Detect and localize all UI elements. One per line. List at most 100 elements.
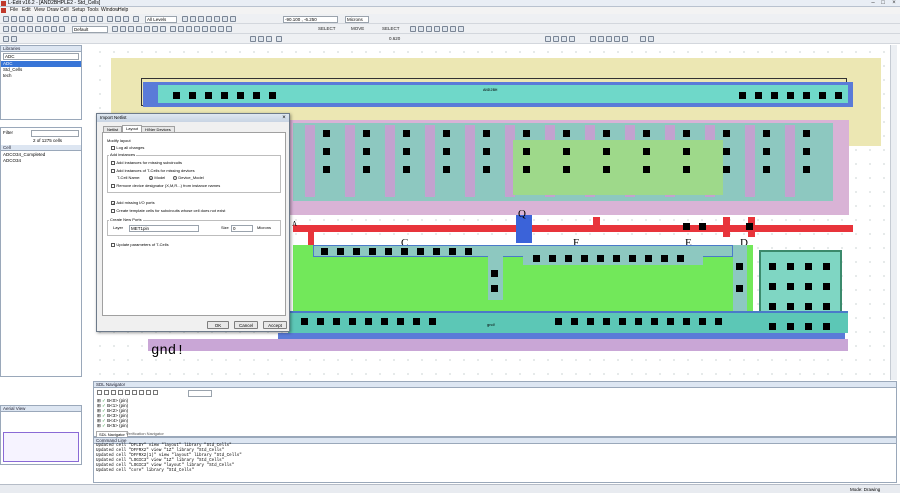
zoom-fit-icon[interactable] xyxy=(97,16,103,22)
instance-tool-icon[interactable] xyxy=(59,26,65,32)
help-icon[interactable] xyxy=(648,36,654,42)
distribute-icon[interactable] xyxy=(202,26,208,32)
cut-icon[interactable] xyxy=(37,16,43,22)
new-icon[interactable] xyxy=(3,16,9,22)
merge-icon[interactable] xyxy=(136,26,142,32)
circle-tool-icon[interactable] xyxy=(35,26,41,32)
pin-label-a[interactable]: A xyxy=(292,220,297,228)
wire-tool-icon[interactable] xyxy=(27,26,33,32)
sdl-icon[interactable] xyxy=(606,36,612,42)
curve-toggle-icon[interactable] xyxy=(434,26,440,32)
show-layer-icon[interactable] xyxy=(198,16,204,22)
layer-select[interactable]: MET1pin xyxy=(129,225,199,232)
box-tool-icon[interactable] xyxy=(11,26,17,32)
settings-icon[interactable] xyxy=(640,36,646,42)
menu-view[interactable]: View xyxy=(34,7,45,14)
flip-v-icon[interactable] xyxy=(128,26,134,32)
group-icon[interactable] xyxy=(152,26,158,32)
add-io-ports-checkbox[interactable]: ✓ Add missing I/O ports xyxy=(111,200,155,206)
layer-lock-icon[interactable] xyxy=(11,36,17,42)
update-params-checkbox[interactable]: Update parameters of T-Cells xyxy=(111,242,169,248)
net-icon[interactable] xyxy=(553,36,559,42)
sdl-search-input[interactable] xyxy=(188,390,212,397)
app-menu-icon[interactable] xyxy=(1,8,6,13)
model-radio[interactable]: • Model xyxy=(149,175,165,181)
create-template-checkbox[interactable]: Create template cells for subcircuits wh… xyxy=(111,208,225,214)
polygon-tool-icon[interactable] xyxy=(19,26,25,32)
verification-stop-icon[interactable] xyxy=(258,36,264,42)
snap-icon[interactable] xyxy=(230,16,236,22)
grow-icon[interactable] xyxy=(218,26,224,32)
menu-edit[interactable]: Edit xyxy=(22,7,31,14)
verification-next-icon[interactable] xyxy=(266,36,272,42)
align-icon[interactable] xyxy=(194,26,200,32)
add-missing-subckt-checkbox[interactable]: Add instances for missing subcircuits xyxy=(111,160,182,166)
tab-layout[interactable]: Layout xyxy=(122,125,143,132)
highlight-icon[interactable] xyxy=(569,36,575,42)
undo-icon[interactable] xyxy=(63,16,69,22)
cell-icon[interactable] xyxy=(133,16,139,22)
canvas-scrollbar[interactable] xyxy=(890,45,897,380)
snap-toggle-icon[interactable] xyxy=(410,26,416,32)
netlist-icon[interactable] xyxy=(614,36,620,42)
layer-palette-icon[interactable] xyxy=(182,16,188,22)
node-highlight-icon[interactable] xyxy=(226,26,232,32)
ruler-icon[interactable] xyxy=(214,16,220,22)
waveform-icon[interactable] xyxy=(276,36,282,42)
edge-toggle-icon[interactable] xyxy=(442,26,448,32)
port-tool-icon[interactable] xyxy=(43,26,49,32)
pin-label-q[interactable]: Q xyxy=(518,208,526,220)
lvs-icon[interactable] xyxy=(598,36,604,42)
redraw-icon[interactable] xyxy=(115,16,121,22)
select-button-1[interactable]: SELECT xyxy=(318,25,336,32)
sdl-route-icon[interactable] xyxy=(125,390,130,395)
layers-select[interactable]: All Levels xyxy=(145,16,177,23)
lock-icon[interactable] xyxy=(206,16,212,22)
menu-file[interactable]: File xyxy=(10,7,18,14)
menu-tools[interactable]: Tools xyxy=(87,7,99,14)
ortho-toggle-icon[interactable] xyxy=(418,26,424,32)
add-tcells-checkbox[interactable]: Add instances of T-Cells for missing dev… xyxy=(111,168,195,174)
menu-draw[interactable]: Draw xyxy=(47,7,59,14)
library-item-tech[interactable]: tech xyxy=(1,73,81,79)
vertex-toggle-icon[interactable] xyxy=(450,26,456,32)
flip-h-icon[interactable] xyxy=(120,26,126,32)
redo-icon[interactable] xyxy=(71,16,77,22)
select-button-2[interactable]: SELECT xyxy=(382,25,400,32)
cell-item[interactable]: ADCO34 xyxy=(1,158,21,164)
list-item[interactable]: ⊞ ✓ B<5> (pin) xyxy=(94,423,896,428)
remove-designator-checkbox[interactable]: Remove device designator (X,M,R...) from… xyxy=(111,183,220,189)
zoom-out-icon[interactable] xyxy=(89,16,95,22)
units-select[interactable]: Microns xyxy=(345,16,369,23)
route-icon[interactable] xyxy=(622,36,628,42)
cancel-button[interactable]: Cancel xyxy=(234,321,258,329)
ruler-tool-icon[interactable] xyxy=(51,26,57,32)
sdl-run-icon[interactable] xyxy=(97,390,102,395)
extract-icon[interactable] xyxy=(178,26,184,32)
compare-icon[interactable] xyxy=(590,36,596,42)
sdl-prev-icon[interactable] xyxy=(111,390,116,395)
menu-cell[interactable]: Cell xyxy=(60,7,69,14)
ok-button[interactable]: OK xyxy=(207,321,229,329)
minimize-icon[interactable]: – xyxy=(868,0,878,7)
zoom-in-icon[interactable] xyxy=(81,16,87,22)
sdl-zoom-icon[interactable] xyxy=(139,390,144,395)
paste-icon[interactable] xyxy=(53,16,59,22)
layer-visibility-icon[interactable] xyxy=(3,36,9,42)
trace-icon[interactable] xyxy=(561,36,567,42)
angle-toggle-icon[interactable] xyxy=(426,26,432,32)
dialog-close-icon[interactable]: × xyxy=(281,115,287,121)
select-tool-icon[interactable] xyxy=(3,26,9,32)
size-input[interactable]: 0 xyxy=(231,225,253,232)
rotate-icon[interactable] xyxy=(112,26,118,32)
open-icon[interactable] xyxy=(11,16,17,22)
library-select[interactable]: ADC xyxy=(3,53,79,60)
device-model-radio[interactable]: Device_Model xyxy=(173,175,204,181)
ungroup-icon[interactable] xyxy=(160,26,166,32)
boolean-icon[interactable] xyxy=(210,26,216,32)
log-changes-checkbox[interactable]: Log all changes xyxy=(111,145,144,151)
drc-icon[interactable] xyxy=(170,26,176,32)
save-icon[interactable] xyxy=(19,16,25,22)
maximize-icon[interactable]: □ xyxy=(878,0,888,7)
menu-window[interactable]: Window xyxy=(101,7,119,14)
